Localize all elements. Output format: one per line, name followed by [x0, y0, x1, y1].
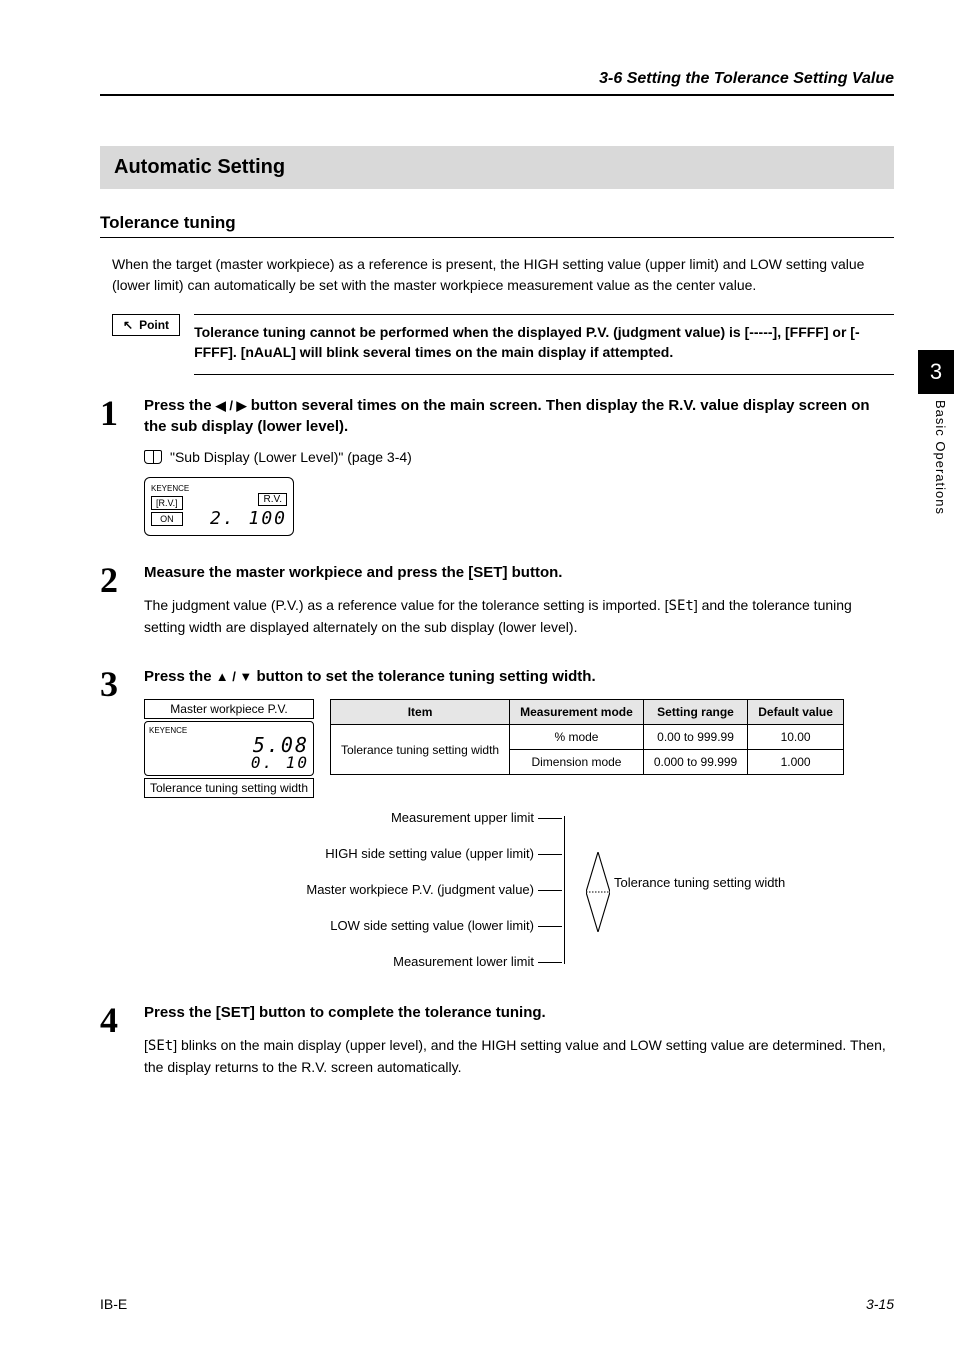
segment-display-1: 2. 100 — [187, 508, 287, 529]
footer-page-number: 3-15 — [866, 1296, 894, 1312]
rv-label-box: [R.V.] — [151, 496, 183, 510]
diagram-vertical-bar — [564, 816, 565, 964]
intro-text: When the target (master workpiece) as a … — [112, 254, 894, 296]
step-3-title: Press the ▲ / ▼ button to set the tolera… — [144, 666, 894, 687]
diag-master-pv: Master workpiece P.V. (judgment value) — [224, 882, 534, 897]
diag-low-setting: LOW side setting value (lower limit) — [224, 918, 534, 933]
master-top-label: Master workpiece P.V. — [144, 699, 314, 719]
point-callout: ↖ Point Tolerance tuning cannot be perfo… — [112, 314, 894, 375]
master-workpiece-illustration: Master workpiece P.V. KEYENCE 5.08 0. 10… — [144, 699, 314, 798]
footer-left: IB-E — [100, 1296, 127, 1312]
th-mode: Measurement mode — [510, 700, 644, 725]
step-4: 4 Press the [SET] button to complete the… — [100, 1002, 894, 1088]
segment-display-pv: 5.08 — [149, 735, 309, 755]
diag-lower-limit: Measurement lower limit — [224, 954, 534, 969]
step-3-number: 3 — [100, 666, 144, 702]
device-brand: KEYENCE — [151, 484, 287, 493]
diag-upper-limit: Measurement upper limit — [224, 810, 534, 825]
step-4-desc: [SEt] blinks on the main display (upper … — [144, 1035, 894, 1078]
section-title: Automatic Setting — [100, 146, 894, 189]
reference-text: "Sub Display (Lower Level)" (page 3-4) — [170, 449, 412, 465]
th-item: Item — [331, 700, 510, 725]
rv-value-box: R.V. — [258, 493, 287, 506]
cell-r2-def: 1.000 — [748, 750, 844, 775]
cell-r1-mode: % mode — [510, 725, 644, 750]
tolerance-diagram: Measurement upper limit HIGH side settin… — [224, 810, 894, 970]
on-label-box: ON — [151, 512, 183, 526]
step-2-title: Measure the master workpiece and press t… — [144, 562, 894, 583]
up-down-arrow-icon: ▲ / ▼ — [216, 669, 253, 684]
step-4-number: 4 — [100, 1002, 144, 1038]
master-bottom-label: Tolerance tuning setting width — [144, 778, 314, 798]
left-right-arrow-icon: ◀ / ▶ — [216, 398, 247, 413]
step-2: 2 Measure the master workpiece and press… — [100, 562, 894, 648]
step-1-title: Press the ◀ / ▶ button several times on … — [144, 395, 894, 437]
cell-r2-mode: Dimension mode — [510, 750, 644, 775]
chapter-tab: 3 — [918, 350, 954, 394]
step-4-title: Press the [SET] button to complete the t… — [144, 1002, 894, 1023]
cell-r1-range: 0.00 to 999.99 — [643, 725, 747, 750]
device-illustration-1: KEYENCE [R.V.] ON R.V. 2. 100 — [144, 477, 294, 536]
step-3: 3 Press the ▲ / ▼ button to set the tole… — [100, 666, 894, 984]
segment-display-width: 0. 10 — [149, 755, 309, 771]
point-label-text: Point — [139, 318, 169, 332]
step-1: 1 Press the ◀ / ▶ button several times o… — [100, 395, 894, 544]
th-default: Default value — [748, 700, 844, 725]
subsection-title: Tolerance tuning — [100, 213, 894, 238]
step-3-title-suffix: button to set the tolerance tuning setti… — [252, 668, 595, 685]
cell-r1-def: 10.00 — [748, 725, 844, 750]
step-1-number: 1 — [100, 395, 144, 431]
step-1-title-mid: button several times on the main screen.… — [144, 397, 870, 435]
device-brand-2: KEYENCE — [149, 726, 187, 735]
book-icon — [144, 450, 162, 464]
spec-table: Item Measurement mode Setting range Defa… — [330, 699, 844, 775]
step-2-desc: The judgment value (P.V.) as a reference… — [144, 595, 894, 638]
diamond-icon — [586, 852, 610, 932]
reference-row: "Sub Display (Lower Level)" (page 3-4) — [144, 449, 894, 465]
pointer-icon: ↖ — [123, 318, 133, 332]
cell-r2-range: 0.000 to 99.999 — [643, 750, 747, 775]
step-2-number: 2 — [100, 562, 144, 598]
diag-high-setting: HIGH side setting value (upper limit) — [224, 846, 534, 861]
page-header: 3-6 Setting the Tolerance Setting Value — [100, 70, 894, 96]
step-1-title-prefix: Press the — [144, 397, 216, 414]
th-range: Setting range — [643, 700, 747, 725]
chapter-side-label: Basic Operations — [933, 400, 948, 515]
tolerance-width-label: Tolerance tuning setting width — [614, 875, 785, 892]
point-text: Tolerance tuning cannot be performed whe… — [194, 314, 894, 375]
page-footer: IB-E 3-15 — [100, 1296, 894, 1312]
cell-item: Tolerance tuning setting width — [331, 725, 510, 775]
step-3-title-prefix: Press the — [144, 668, 216, 685]
point-label: ↖ Point — [112, 314, 180, 336]
